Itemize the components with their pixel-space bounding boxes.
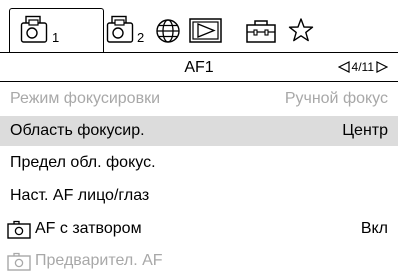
tab-toolbox[interactable] [245, 14, 279, 46]
tab-number: 1 [52, 30, 60, 45]
tab-camera-2[interactable]: 2 [106, 11, 152, 51]
tab-playback[interactable] [189, 14, 225, 46]
menu-item-label: Предел обл. фокус. [10, 154, 156, 171]
menu-item-face-eye-af[interactable]: Наст. AF лицо/глаз [0, 181, 398, 211]
toolbox-icon [246, 20, 276, 43]
shutter-camera-icon [7, 252, 31, 271]
menu-item-label: Режим фокусировки [10, 90, 161, 107]
shutter-camera-icon [7, 220, 31, 239]
page-indicator: 4/11 [337, 60, 388, 74]
tab-favorites[interactable] [286, 14, 316, 46]
menu-item-pre-af[interactable]: Предварител. AF [0, 246, 398, 275]
menu-item-label: Предварител. AF [35, 252, 163, 269]
tab-globe[interactable] [154, 14, 184, 46]
menu-item-label: AF с затвором [35, 220, 142, 237]
page-number: 4/11 [351, 60, 374, 74]
camera-icon [20, 15, 48, 43]
globe-icon [156, 19, 180, 43]
menu-item-value: Вкл [360, 220, 388, 237]
menu-item-focus-area-limit[interactable]: Предел обл. фокус. [0, 148, 398, 178]
tab-number: 2 [137, 30, 145, 45]
star-icon [288, 18, 314, 42]
menu-item-value: Центр [342, 122, 388, 139]
menu-item-value: Ручной фокус [284, 90, 388, 107]
tab-camera-1[interactable]: 1 [14, 11, 102, 51]
menu-item-label: Наст. AF лицо/глаз [10, 187, 150, 204]
menu-header: AF1 4/11 [0, 52, 398, 82]
menu-item-focus-area[interactable]: Область фокусир. Центр [0, 116, 398, 146]
playback-icon [189, 18, 222, 43]
triangle-left-icon[interactable] [337, 61, 350, 73]
triangle-right-icon[interactable] [376, 61, 388, 73]
menu-item-focus-mode[interactable]: Режим фокусировки Ручной фокус [0, 84, 398, 114]
menu-item-label: Область фокусир. [10, 122, 145, 139]
camera-icon [106, 15, 134, 43]
menu-item-shutter-af[interactable]: AF с затвором Вкл [0, 214, 398, 244]
menu-tab-bar: 1 2 [0, 0, 398, 53]
